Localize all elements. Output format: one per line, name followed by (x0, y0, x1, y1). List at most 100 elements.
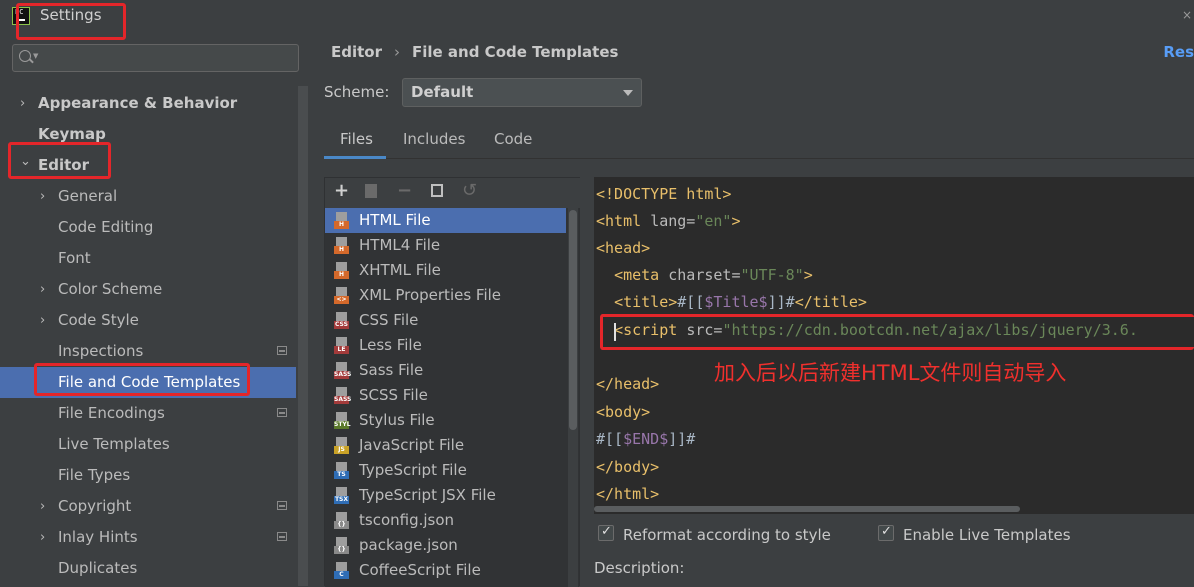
sidebar-item-editor[interactable]: ⌄ Editor (0, 150, 296, 181)
annotation-text: 加入后以后新建HTML文件则自动导入 (714, 361, 1067, 385)
sidebar-item-keymap[interactable]: Keymap (0, 119, 296, 150)
file-type-icon: SASS (334, 387, 351, 404)
template-name: Stylus File (359, 411, 435, 429)
sidebar-item-inspections[interactable]: Inspections (0, 336, 296, 367)
tab-includes[interactable]: Includes (403, 130, 465, 148)
live-templates-checkbox[interactable] (878, 524, 894, 541)
template-name: Less File (359, 336, 422, 354)
sidebar-item-label: Duplicates (58, 559, 138, 577)
live-templates-label[interactable]: Enable Live Templates (903, 526, 1071, 544)
template-list-item[interactable]: H HTML4 File (325, 233, 566, 258)
template-code-editor[interactable]: </html> </body> #[[$END$]]# <body> </head> <… (594, 177, 1194, 514)
sidebar-item-label: Inspections (58, 342, 144, 360)
template-list-item[interactable]: H HTML File (325, 208, 566, 233)
sidebar-item-color-scheme[interactable]: › Color Scheme (0, 274, 296, 305)
template-list-item[interactable]: JS JavaScript File (325, 433, 566, 458)
template-list-item[interactable]: <> XML Properties File (325, 283, 566, 308)
template-list-item[interactable]: {} package.json (325, 533, 566, 558)
file-type-icon: TS (334, 462, 349, 479)
file-type-icon: SASS (334, 362, 351, 379)
template-list-item[interactable]: CSS CSS File (325, 308, 566, 333)
code-line: </html> (596, 485, 660, 503)
chevron-right-icon[interactable]: › (20, 88, 25, 119)
add-icon[interactable]: + (334, 180, 349, 201)
template-name: CSS File (359, 311, 419, 329)
template-name: package.json (359, 536, 458, 554)
template-list-item[interactable]: SASS Sass File (325, 358, 566, 383)
reset-link[interactable]: Res (1163, 43, 1194, 61)
file-type-icon: <> (334, 287, 349, 304)
template-list-item[interactable]: SASS SCSS File (325, 383, 566, 408)
project-scope-icon (277, 532, 287, 541)
chevron-right-icon[interactable]: › (40, 274, 45, 305)
sidebar-item-font[interactable]: Font (0, 243, 296, 274)
chevron-down-icon: ▼ (33, 52, 39, 60)
sidebar-item-code-style[interactable]: › Code Style (0, 305, 296, 336)
file-type-icon: H (334, 237, 349, 254)
chevron-right-icon[interactable]: › (40, 522, 45, 553)
sidebar-item-general[interactable]: › General (0, 181, 296, 212)
reformat-checkbox[interactable] (598, 524, 614, 541)
remove-icon[interactable]: − (397, 180, 412, 201)
sidebar-scrollbar[interactable] (298, 86, 308, 586)
template-list-scrollbar[interactable] (568, 208, 578, 587)
sidebar-item-appearance-behavior[interactable]: › Appearance & Behavior (0, 88, 296, 119)
sidebar-item-file-types[interactable]: File Types (0, 460, 296, 491)
breadcrumb-separator: › (394, 43, 400, 61)
template-name: XHTML File (359, 261, 441, 279)
template-name: JavaScript File (359, 436, 465, 454)
settings-search-input[interactable]: ▼ (12, 44, 299, 72)
chevron-right-icon[interactable]: › (40, 181, 45, 212)
project-scope-icon (277, 346, 287, 355)
template-list-item[interactable]: LE Less File (325, 333, 566, 358)
template-list-item[interactable]: C CoffeeScript File (325, 558, 566, 583)
project-scope-icon (277, 408, 287, 417)
reset-icon[interactable]: ↺ (462, 180, 477, 201)
sidebar-item-file-encodings[interactable]: File Encodings (0, 398, 296, 429)
breadcrumb-item-editor[interactable]: Editor (331, 43, 382, 61)
sidebar-item-label: File and Code Templates (58, 373, 241, 391)
sidebar-item-label: Font (58, 249, 91, 267)
tab-code[interactable]: Code (494, 130, 532, 148)
sidebar-item-code-editing[interactable]: Code Editing (0, 212, 296, 243)
sidebar-item-file-and-code-templates[interactable]: File and Code Templates (0, 367, 296, 398)
sidebar-item-label: Code Editing (58, 218, 154, 236)
template-list-item[interactable]: H XHTML File (325, 258, 566, 283)
dropdown-arrow-icon (623, 90, 633, 96)
chevron-right-icon[interactable]: › (40, 305, 45, 336)
chevron-right-icon[interactable]: › (40, 491, 45, 522)
code-line: <meta charset="UTF-8"> (614, 266, 813, 284)
template-name: Sass File (359, 361, 424, 379)
sidebar-item-copyright[interactable]: › Copyright (0, 491, 296, 522)
sidebar-item-label: Appearance & Behavior (38, 94, 238, 112)
copy-template-icon[interactable] (365, 184, 377, 198)
file-type-icon: {} (334, 512, 349, 529)
template-name: XML Properties File (359, 286, 502, 304)
chevron-down-icon[interactable]: ⌄ (20, 146, 31, 177)
search-icon (19, 50, 31, 62)
sidebar-item-duplicates[interactable]: Duplicates (0, 553, 296, 584)
close-icon[interactable]: × (1182, 8, 1192, 22)
editor-horizontal-scrollbar[interactable] (594, 504, 1194, 514)
active-tab-indicator (324, 156, 386, 159)
text-cursor (614, 323, 616, 341)
sidebar-item-label: Inlay Hints (58, 528, 138, 546)
template-list-item[interactable]: {} tsconfig.json (325, 508, 566, 533)
template-list-item[interactable]: STYL Stylus File (325, 408, 566, 433)
template-name: CoffeeScript File (359, 561, 481, 579)
sidebar-item-inlay-hints[interactable]: › Inlay Hints (0, 522, 296, 553)
title-bar: PC Settings × (0, 0, 1194, 32)
code-line: <!DOCTYPE html> (596, 185, 732, 203)
scheme-dropdown[interactable]: Default (402, 78, 642, 107)
file-type-icon: H (334, 262, 349, 279)
breadcrumb-item-current: File and Code Templates (412, 43, 619, 61)
tab-files[interactable]: Files (340, 130, 373, 148)
template-name: HTML File (359, 211, 431, 229)
scheme-label: Scheme: (324, 83, 390, 101)
reformat-label[interactable]: Reformat according to style (623, 526, 831, 544)
template-list-item[interactable]: TSX TypeScript JSX File (325, 483, 566, 508)
template-list-item[interactable]: TS TypeScript File (325, 458, 566, 483)
template-name: tsconfig.json (359, 511, 455, 529)
duplicate-icon[interactable] (431, 184, 443, 197)
sidebar-item-live-templates[interactable]: Live Templates (0, 429, 296, 460)
